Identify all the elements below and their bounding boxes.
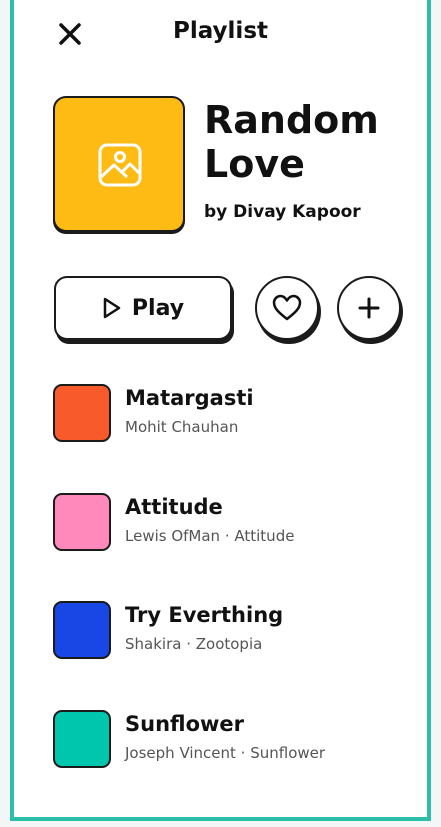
track-subtitle: Lewis OfMan · Attitude: [125, 527, 295, 545]
play-icon: [103, 297, 121, 319]
track-title: Sunflower: [125, 712, 245, 736]
play-button-label: Play: [131, 295, 185, 321]
heart-icon: [272, 294, 302, 321]
track-item[interactable]: Attitude Lewis OfMan · Attitude: [53, 493, 413, 553]
playlist-author: by Divay Kapoor: [204, 202, 361, 222]
header: Playlist: [14, 0, 427, 68]
plus-icon: [358, 297, 380, 319]
track-item[interactable]: Matargasti Mohit Chauhan: [53, 384, 413, 444]
playlist-screen: Playlist Random Love by Divay Kapoor Pla…: [10, 0, 431, 821]
track-subtitle: Joseph Vincent · Sunflower: [125, 744, 326, 762]
track-subtitle: Shakira · Zootopia: [125, 635, 263, 653]
playlist-cover: [53, 96, 185, 232]
track-artwork: [53, 384, 111, 442]
track-item[interactable]: Sunflower Joseph Vincent · Sunflower: [53, 710, 413, 770]
track-title: Matargasti: [125, 386, 254, 410]
track-item[interactable]: Try Everthing Shakira · Zootopia: [53, 601, 413, 661]
page-title: Playlist: [173, 18, 268, 44]
track-artwork: [53, 601, 111, 659]
playlist-title: Random Love: [204, 98, 379, 186]
track-title: Try Everthing: [125, 603, 284, 627]
add-button[interactable]: [337, 276, 401, 340]
track-artwork: [53, 493, 111, 551]
app-frame: Playlist Random Love by Divay Kapoor Pla…: [0, 0, 441, 827]
play-button[interactable]: Play: [54, 276, 232, 340]
track-title: Attitude: [125, 495, 223, 519]
like-button[interactable]: [255, 276, 319, 340]
track-artwork: [53, 710, 111, 768]
image-icon: [98, 143, 142, 187]
track-subtitle: Mohit Chauhan: [125, 418, 239, 436]
